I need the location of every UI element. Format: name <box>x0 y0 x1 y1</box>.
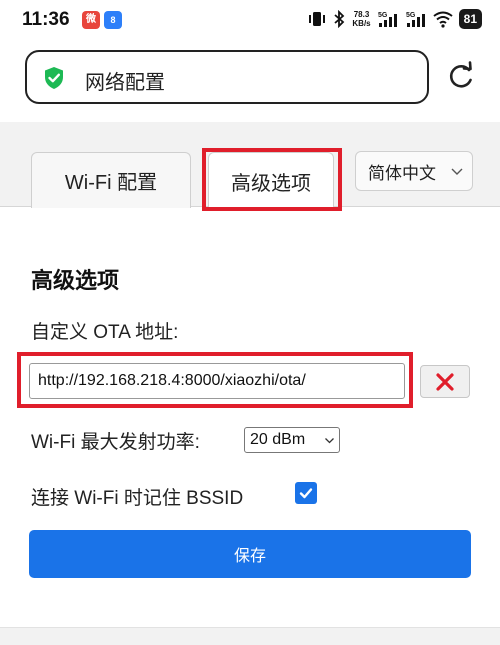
app-notification-icon: 8 <box>104 11 122 29</box>
signal-icon: 5G <box>406 12 425 27</box>
advanced-tab-highlight-box <box>202 148 342 211</box>
status-bar: 11:36 微 8 78.3 KB/s 5G 5G 81 <box>0 0 500 40</box>
tx-power-select[interactable]: 20 dBm <box>244 427 340 453</box>
shield-check-icon <box>45 67 63 89</box>
vibrate-icon <box>309 12 326 26</box>
address-bar[interactable]: 网络配置 <box>25 50 429 104</box>
network-speed: 78.3 KB/s <box>352 10 371 28</box>
svg-text:5G: 5G <box>406 12 416 19</box>
save-button[interactable]: 保存 <box>29 530 471 578</box>
language-select[interactable]: 简体中文 <box>355 151 473 191</box>
section-title: 高级选项 <box>31 268 120 293</box>
status-icons: 78.3 KB/s 5G 5G 81 <box>308 9 482 29</box>
tx-power-select-value: 20 dBm <box>250 431 306 448</box>
ota-url-label: 自定义 OTA 地址: <box>31 322 179 343</box>
chevron-down-icon <box>451 168 463 175</box>
footer-band <box>0 627 500 645</box>
svg-text:5G: 5G <box>378 12 388 19</box>
chevron-down-icon <box>325 438 334 444</box>
battery-icon: 81 <box>458 9 482 29</box>
signal-icon: 5G <box>378 12 397 27</box>
close-icon <box>436 372 454 391</box>
status-time: 11:36 <box>22 9 70 30</box>
wifi-icon <box>433 11 453 28</box>
tx-power-label: Wi-Fi 最大发射功率: <box>31 432 200 453</box>
remember-bssid-checkbox[interactable] <box>295 482 317 504</box>
tab-wifi-config[interactable]: Wi-Fi 配置 <box>31 152 191 208</box>
ota-url-input[interactable] <box>29 363 405 399</box>
checkmark-icon <box>299 488 313 499</box>
remember-bssid-label: 连接 Wi-Fi 时记住 BSSID <box>31 488 244 509</box>
clear-ota-button[interactable] <box>420 365 470 398</box>
language-select-value: 简体中文 <box>368 163 436 183</box>
reload-icon[interactable] <box>445 60 477 92</box>
app-notification-icon: 微 <box>82 11 100 29</box>
page-title: 网络配置 <box>85 72 165 94</box>
bluetooth-icon <box>334 10 345 28</box>
